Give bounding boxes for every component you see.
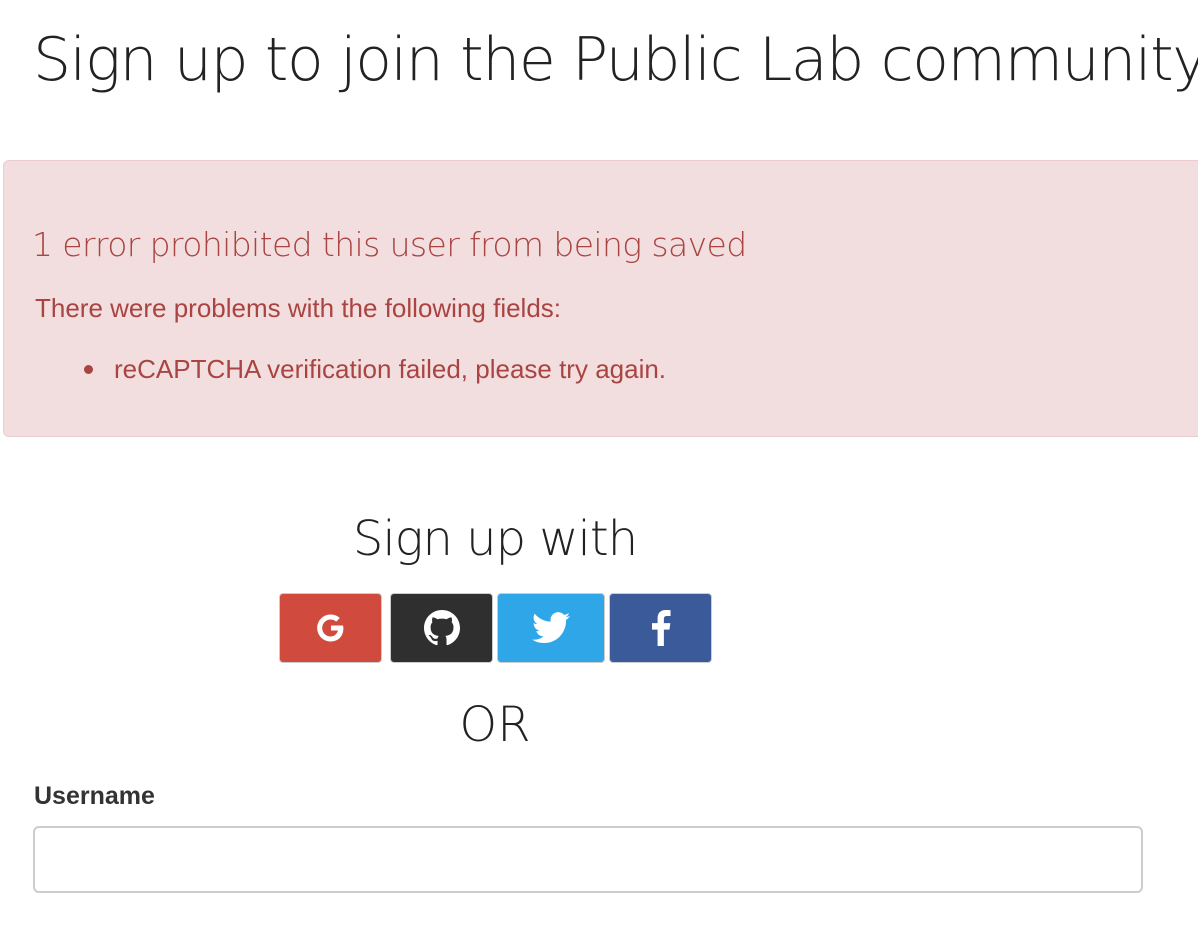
twitter-signup-button[interactable] — [497, 593, 605, 663]
username-input[interactable] — [33, 826, 1143, 893]
signup-with-heading: Sign up with — [352, 511, 638, 567]
github-icon — [423, 610, 460, 646]
github-signup-button[interactable] — [390, 593, 493, 663]
facebook-signup-button[interactable] — [609, 593, 712, 663]
error-alert-heading: 1 error prohibited this user from being … — [32, 225, 747, 264]
username-label: Username — [34, 782, 155, 810]
page-title: Sign up to join the Public Lab community — [33, 25, 1198, 95]
facebook-icon — [650, 610, 672, 646]
twitter-icon — [532, 612, 570, 644]
error-list-item: reCAPTCHA verification failed, please tr… — [0, 352, 666, 386]
google-signup-button[interactable] — [279, 593, 382, 663]
error-list: reCAPTCHA verification failed, please tr… — [0, 352, 666, 386]
bullet-icon — [84, 365, 93, 374]
error-alert-subheading: There were problems with the following f… — [35, 293, 562, 323]
or-divider: OR — [459, 697, 531, 753]
signup-page: Sign up to join the Public Lab community… — [0, 0, 1198, 948]
error-message: reCAPTCHA verification failed, please tr… — [114, 354, 667, 384]
google-icon — [313, 610, 349, 646]
